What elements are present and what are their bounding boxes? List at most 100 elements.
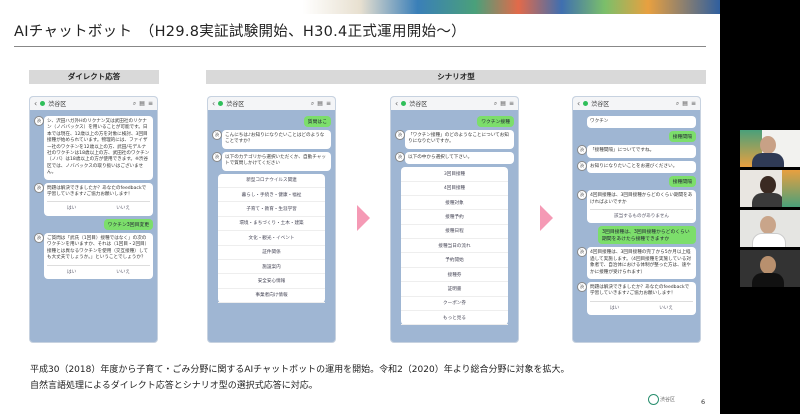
status-dot-icon: [583, 101, 589, 106]
back-icon[interactable]: ‹: [395, 99, 398, 108]
yes-button[interactable]: はい: [610, 306, 619, 312]
menu-item[interactable]: 暮らし・手続き・健康・福祉: [218, 188, 325, 203]
menu-item[interactable]: 子育て・教育・生涯学習: [218, 202, 325, 217]
participant-tile[interactable]: [740, 250, 800, 287]
menu-item[interactable]: 接種券: [401, 268, 508, 283]
list-icon[interactable]: ▤: [317, 100, 323, 107]
menu-item[interactable]: 新型コロナウイルス関連: [218, 174, 325, 188]
chat-name: 渋谷区: [409, 101, 428, 108]
bot-message: 渋ご質問は「武氏（1回目）接種ではなく」の次のワクチンを用いますか、それは（1回…: [34, 232, 153, 279]
back-icon[interactable]: ‹: [577, 99, 580, 108]
chat-name: 渋谷区: [226, 101, 245, 108]
participant-tile[interactable]: [740, 210, 800, 247]
slide-title: AIチャットボット （H29.8実証試験開始、H30.4正式運用開始～）: [14, 24, 466, 40]
menu-item[interactable]: 安全安心情報: [218, 274, 325, 289]
bot-message: 渋以下のカテゴリから選択いただくか、自動チャットで質問しかけてください: [212, 151, 331, 171]
search-icon[interactable]: ⌕: [494, 100, 497, 108]
phone-header: ‹ 渋谷区 ⌕ ▤ ≡: [208, 97, 335, 110]
flow-arrow-icon: [357, 205, 370, 231]
menu-item[interactable]: もっと見る: [401, 311, 508, 326]
menu-item[interactable]: 接種当日の流れ: [401, 239, 508, 254]
menu-item[interactable]: 接種日程: [401, 225, 508, 240]
user-message: 接種間隔: [668, 131, 696, 143]
header-scenario: シナリオ型: [206, 70, 706, 84]
caption-line-2: 自然言語処理によるダイレクト応答とシナリオ型の選択式応答に対応。: [30, 381, 318, 391]
bot-avatar-icon: 渋: [212, 130, 222, 140]
search-icon[interactable]: ⌕: [133, 100, 136, 108]
bot-feedback-message: 渋問題は解決できましたか？あなたのfeedbackで学習していきます♪ご協力お願…: [34, 182, 153, 216]
background-art: [782, 170, 800, 207]
user-message: 3回目接種は、3回目接種からどのくらい期間をあけたら接種できますか: [598, 226, 696, 245]
bot-message: ワクチン: [587, 116, 696, 129]
category-menu: 新型コロナウイルス関連 暮らし・手続き・健康・福祉 子育て・教育・生涯学習 環境…: [218, 173, 325, 303]
search-icon[interactable]: ⌕: [311, 100, 314, 108]
list-icon[interactable]: ▤: [139, 100, 145, 107]
avatar-body: [752, 273, 784, 287]
list-icon[interactable]: ▤: [682, 100, 688, 107]
phone-scenario-3: ‹ 渋谷区 ⌕ ▤ ≡ ワクチン 接種間隔 渋「接種間隔」についてですね。 渋お…: [573, 97, 700, 342]
logo-icon: [648, 394, 659, 405]
status-dot-icon: [40, 101, 46, 106]
no-button[interactable]: いいえ: [116, 270, 130, 276]
menu-item[interactable]: 事業者向け情報: [218, 289, 325, 303]
phone-scenario-1: ‹ 渋谷区 ⌕ ▤ ≡ 質問はこ 渋こんにちは♪お知りになりたいことはどのような…: [208, 97, 335, 342]
no-button[interactable]: いいえ: [116, 206, 130, 212]
back-icon[interactable]: ‹: [212, 99, 215, 108]
avatar: [760, 256, 776, 274]
menu-icon[interactable]: ≡: [326, 100, 331, 107]
menu-item[interactable]: クーポン券: [401, 297, 508, 311]
search-icon[interactable]: ⌕: [676, 100, 679, 108]
bot-avatar-icon: 渋: [34, 232, 44, 243]
header-direct: ダイレクト応答: [29, 70, 159, 84]
bot-feedback-message: 渋問題は解決できましたか？あなたのfeedbackで学習していきます♪ご協力お願…: [577, 282, 696, 316]
yes-button[interactable]: はい: [67, 270, 76, 276]
user-message: ワクチン3回目変更: [103, 218, 153, 230]
menu-item[interactable]: 施設案内: [218, 260, 325, 275]
presentation-slide: AIチャットボット （H29.8実証試験開始、H30.4正式運用開始～） ダイレ…: [0, 0, 720, 414]
avatar: [760, 176, 776, 194]
user-message: ワクチン接種: [477, 116, 514, 127]
bot-avatar-icon: 渋: [577, 190, 587, 201]
bot-avatar-icon: 渋: [577, 282, 587, 293]
phone-header: ‹ 渋谷区 ⌕ ▤ ≡: [391, 97, 518, 110]
menu-item[interactable]: 環境・まちづくり・土木・建築: [218, 217, 325, 232]
participant-tile[interactable]: [740, 170, 800, 207]
list-icon[interactable]: ▤: [500, 100, 506, 107]
bot-message: 渋お知りになりたいことをお選びください。: [577, 160, 696, 174]
menu-item[interactable]: 接種対象: [401, 196, 508, 211]
bot-message: 渋こんにちは♪お知りになりたいことはどのようなことですか？: [212, 130, 331, 149]
menu-icon[interactable]: ≡: [691, 100, 696, 107]
user-message: 質問はこ: [303, 116, 331, 127]
menu-item[interactable]: 4回目接種: [401, 182, 508, 196]
bot-message: 渋 4回目接種は、3回目接種の完了から5か月以上経過して実施します。（4回目接種を…: [577, 247, 696, 280]
bot-option-message: 渋 4回目接種は、3回目接種からどのくらい期間をあければよいですか 該当するものがあ…: [577, 190, 696, 224]
yes-button[interactable]: はい: [67, 206, 76, 212]
menu-item[interactable]: 証明書: [401, 282, 508, 297]
bot-message: 渋「ワクチン接種」のどのようなことについてお知りになりたいですか。: [395, 130, 514, 149]
menu-item[interactable]: 3回目接種: [401, 167, 508, 182]
participant-tile[interactable]: [740, 130, 800, 167]
avatar: [760, 216, 776, 234]
phone-direct: ‹ 渋谷区 ⌕ ▤ ≡ 渋シ、沢田ハガ外Hのリクナン又は武田社のリクナン（ノババ…: [30, 97, 157, 342]
avatar-body: [752, 233, 786, 247]
page-number: 6: [701, 398, 706, 406]
menu-item[interactable]: 接種予約: [401, 210, 508, 225]
back-icon[interactable]: ‹: [34, 99, 37, 108]
menu-item[interactable]: 文化・観光・イベント: [218, 231, 325, 246]
flow-arrow-icon: [540, 205, 553, 231]
menu-icon[interactable]: ≡: [509, 100, 514, 107]
no-button[interactable]: いいえ: [659, 306, 673, 312]
participant-strip: [740, 130, 800, 290]
none-apply-button[interactable]: 該当するものがありません: [614, 214, 669, 220]
bot-avatar-icon: 渋: [395, 130, 405, 140]
caption-line-1: 平成30（2018）年度から子育て・ごみ分野に関するAIチャットボットの運用を開…: [30, 365, 570, 375]
option-menu: 3回目接種 4回目接種 接種対象 接種予約 接種日程 接種当日の流れ 予約開始 …: [401, 167, 508, 326]
menu-icon[interactable]: ≡: [148, 100, 153, 107]
user-message: 接種間隔: [668, 176, 696, 188]
menu-item[interactable]: 予約開始: [401, 253, 508, 268]
menu-item[interactable]: 証件関係: [218, 246, 325, 260]
avatar-body: [752, 193, 784, 207]
title-divider: [14, 46, 706, 47]
bot-avatar-icon: 渋: [34, 182, 44, 193]
decorative-banner: [0, 0, 720, 14]
